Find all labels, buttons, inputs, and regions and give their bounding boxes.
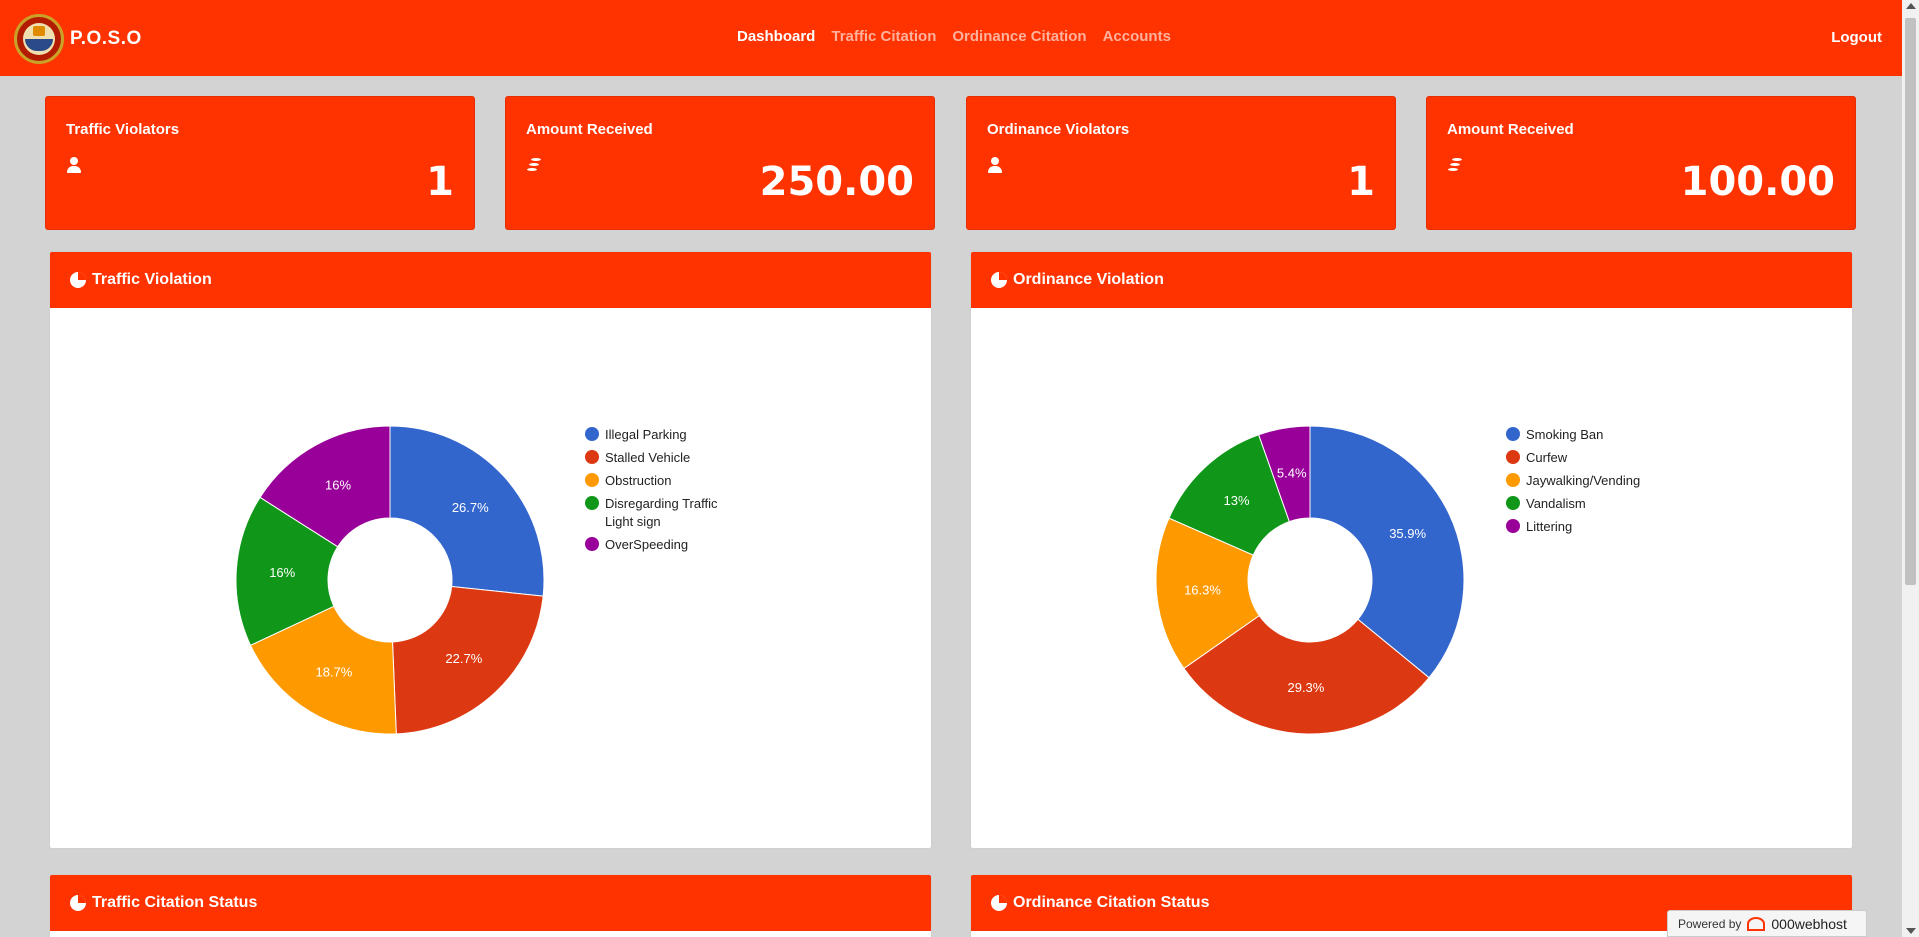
legend-swatch — [1506, 519, 1520, 533]
host-name: 000webhost — [1771, 915, 1847, 932]
panel-title: Ordinance Citation Status — [1013, 894, 1210, 911]
legend-label: Vandalism — [1526, 496, 1586, 511]
nav-dashboard[interactable]: Dashboard — [737, 28, 815, 45]
pie-chart-icon — [991, 895, 1007, 911]
scroll-thumb[interactable] — [1905, 18, 1916, 585]
legend-swatch — [585, 450, 599, 464]
slice-label: 16% — [325, 477, 351, 492]
stat-value: 1 — [426, 159, 454, 205]
brand-name: P.O.S.O — [70, 28, 142, 49]
coins-icon — [526, 157, 543, 174]
stat-card-ordinance-amount: Amount Received 100.00 — [1426, 96, 1856, 230]
traffic-violation-panel: Traffic Violation 26.7% 22.7% 18.7% 16% 16% I… — [49, 251, 932, 849]
coins-icon — [1447, 157, 1464, 174]
nav-accounts[interactable]: Accounts — [1103, 28, 1171, 45]
legend-label: Stalled Vehicle — [605, 450, 690, 465]
user-icon — [66, 157, 82, 173]
ordinance-violation-panel: Ordinance Violation 35.9% 29.3% 16.3% 13% 5.… — [970, 251, 1853, 849]
slice-label: 26.7% — [452, 500, 489, 515]
legend-swatch — [585, 427, 599, 441]
powered-by-text: Powered by — [1678, 916, 1742, 931]
pie-chart-icon — [70, 895, 86, 911]
panel-header: Traffic Violation — [50, 252, 931, 308]
stat-value: 100.00 — [1680, 159, 1835, 205]
stat-card-traffic-violators: Traffic Violators 1 — [45, 96, 475, 230]
stat-card-ordinance-violators: Ordinance Violators 1 — [966, 96, 1396, 230]
pie-chart-icon — [991, 272, 1007, 288]
legend-label: Littering — [1526, 519, 1572, 534]
powered-by-badge[interactable]: Powered by 000webhost — [1667, 910, 1867, 937]
legend-swatch — [1506, 427, 1520, 441]
logout-link[interactable]: Logout — [1831, 29, 1882, 46]
page-scrollbar[interactable] — [1902, 0, 1919, 937]
stat-title: Ordinance Violators — [987, 121, 1130, 138]
top-navbar: P.O.S.O Dashboard Traffic Citation Ordin… — [0, 0, 1902, 76]
slice-label: 5.4% — [1277, 466, 1307, 481]
main-nav: Dashboard Traffic Citation Ordinance Cit… — [737, 28, 1171, 45]
slice-label: 29.3% — [1287, 680, 1324, 695]
stat-title: Amount Received — [1447, 121, 1574, 138]
legend-label: Illegal Parking — [605, 427, 687, 442]
legend-swatch — [1506, 450, 1520, 464]
legend-swatch — [585, 473, 599, 487]
legend-label: Curfew — [1526, 450, 1568, 465]
stat-title: Amount Received — [526, 121, 653, 138]
legend-swatch — [585, 496, 599, 510]
panel-title: Traffic Violation — [92, 271, 212, 288]
scroll-down-arrow-icon[interactable] — [1906, 928, 1916, 934]
poso-logo — [14, 14, 64, 64]
traffic-citation-status-panel: Traffic Citation Status — [49, 874, 932, 937]
slice-label: 13% — [1223, 493, 1249, 508]
legend-swatch — [1506, 496, 1520, 510]
user-icon — [987, 157, 1003, 173]
legend-label: Obstruction — [605, 473, 671, 488]
legend-label: Jaywalking/Vending — [1526, 473, 1640, 488]
legend-swatch — [1506, 473, 1520, 487]
traffic-violation-chart: 26.7% 22.7% 18.7% 16% 16% Illegal Parking Stal… — [235, 425, 718, 735]
stat-value: 1 — [1347, 159, 1375, 205]
panel-header: Ordinance Violation — [971, 252, 1852, 308]
slice-label: 22.7% — [445, 651, 482, 666]
webhost-logo-icon — [1747, 916, 1766, 931]
legend-label: Disregarding Traffic Light sign — [605, 496, 718, 529]
stat-card-traffic-amount: Amount Received 250.00 — [505, 96, 935, 230]
slice-label: 16.3% — [1184, 583, 1221, 598]
legend-swatch — [585, 537, 599, 551]
stat-title: Traffic Violators — [66, 121, 180, 138]
scroll-up-arrow-icon[interactable] — [1906, 3, 1916, 9]
nav-ordinance-citation[interactable]: Ordinance Citation — [952, 28, 1086, 45]
pie-chart-icon — [70, 272, 86, 288]
slice-label: 35.9% — [1389, 526, 1426, 541]
nav-traffic-citation[interactable]: Traffic Citation — [831, 28, 936, 45]
panel-title: Ordinance Violation — [1013, 271, 1164, 288]
ordinance-violation-chart: 35.9% 29.3% 16.3% 13% 5.4% Smoking Ban Curfew J… — [1155, 425, 1640, 735]
legend-label: Smoking Ban — [1526, 427, 1603, 442]
panel-title: Traffic Citation Status — [92, 894, 258, 911]
brand[interactable]: P.O.S.O — [14, 14, 142, 64]
panel-header: Traffic Citation Status — [50, 875, 931, 931]
slice-label: 16% — [269, 565, 295, 580]
legend-label: OverSpeeding — [605, 537, 688, 552]
slice-label: 18.7% — [315, 664, 352, 679]
stat-value: 250.00 — [759, 159, 914, 205]
